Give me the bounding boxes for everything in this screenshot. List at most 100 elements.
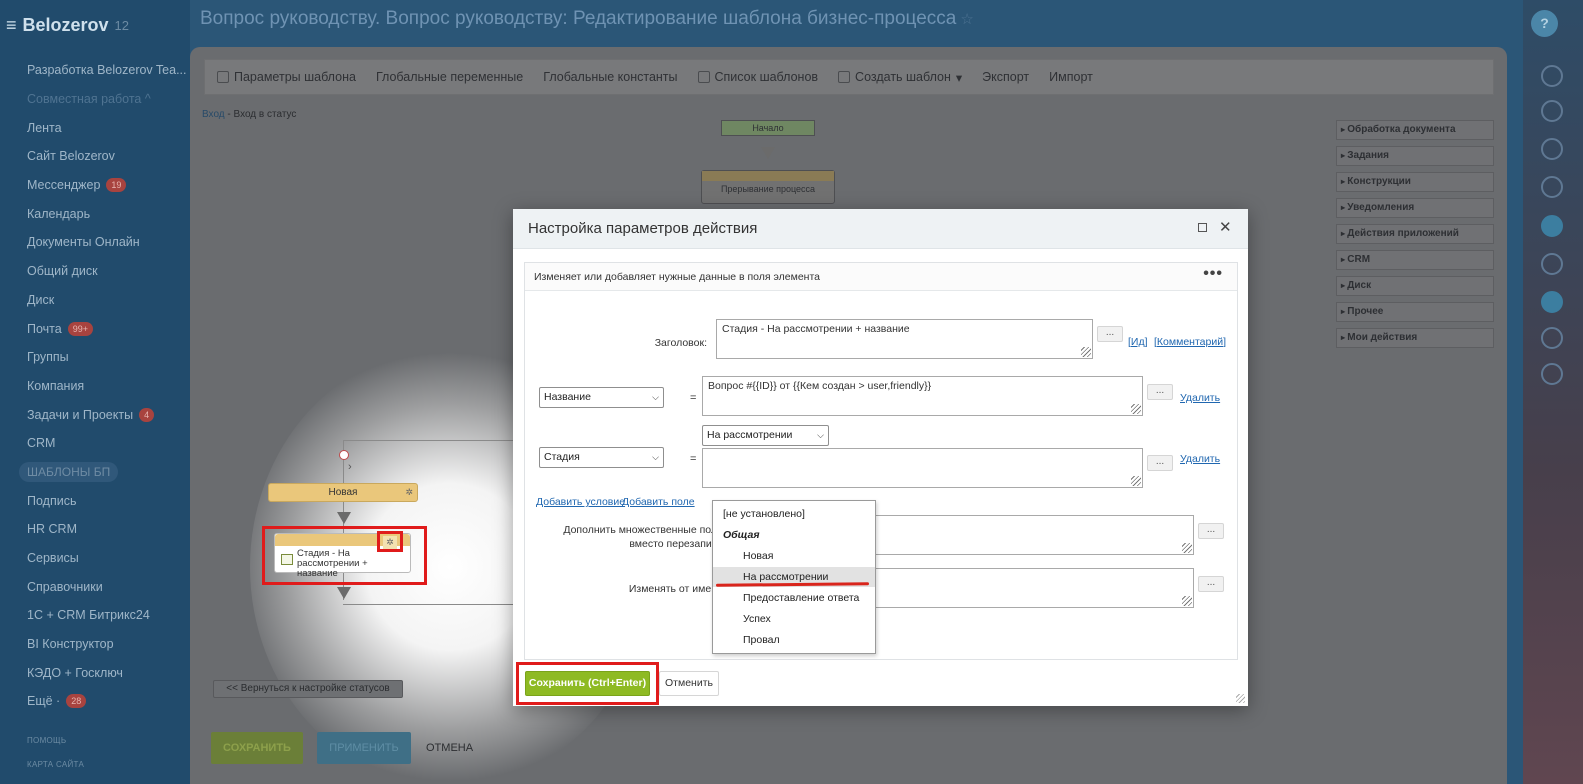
dialog-cancel-button[interactable]: Отменить: [659, 671, 719, 696]
activity-group[interactable]: Диск: [1336, 276, 1494, 296]
delete-link[interactable]: Удалить: [1180, 453, 1220, 465]
sidebar-item-active[interactable]: ШАБЛОНЫ БП: [19, 458, 187, 487]
search-icon[interactable]: [1541, 176, 1563, 198]
status-node-new[interactable]: Новая ✲: [268, 483, 418, 502]
breadcrumb: Вход - Вход в статус: [202, 109, 297, 120]
sidebar-item[interactable]: Документы Онлайн: [27, 228, 187, 257]
chat-icon[interactable]: [1541, 138, 1563, 160]
add-condition-link[interactable]: Добавить условие: [536, 496, 625, 508]
start-node[interactable]: Начало: [721, 120, 815, 136]
toolbar-create-template[interactable]: Создать шаблон ▾: [838, 70, 962, 85]
sidebar-item[interactable]: Компания: [27, 372, 187, 401]
list-icon: [697, 71, 710, 83]
help-link[interactable]: ПОМОЩЬ: [27, 736, 66, 745]
sidebar-item[interactable]: Мессенджер 19: [27, 171, 187, 200]
cancel-button[interactable]: ОТМЕНА: [426, 732, 473, 764]
breadcrumb-link[interactable]: Вход: [202, 109, 225, 120]
toolbar-import[interactable]: Импорт: [1049, 70, 1093, 84]
contacts-icon[interactable]: [1541, 363, 1563, 385]
menu-icon[interactable]: ≡: [6, 15, 17, 36]
toolbar-export[interactable]: Экспорт: [982, 70, 1029, 84]
activity-group[interactable]: Обработка документа: [1336, 120, 1494, 140]
highlight-frame: [516, 662, 659, 705]
sidebar-item[interactable]: Сайт Belozerov: [27, 142, 187, 171]
calendar-icon[interactable]: [1541, 327, 1563, 349]
sidebar-item[interactable]: 1С + CRM Битрикс24: [27, 601, 187, 630]
messenger-icon[interactable]: [1541, 291, 1563, 313]
insert-value-button[interactable]: ...: [1147, 455, 1173, 471]
activity-group[interactable]: Прочее: [1336, 302, 1494, 322]
help-icon[interactable]: ?: [1531, 10, 1558, 37]
insert-value-button[interactable]: ...: [1198, 523, 1224, 539]
sidebar-item[interactable]: КЭДО + Госключ: [27, 658, 187, 687]
insert-value-button[interactable]: ...: [1198, 576, 1224, 592]
toolbar-template-list[interactable]: Список шаблонов: [697, 70, 818, 84]
toolbar-template-params[interactable]: Параметры шаблона: [217, 70, 356, 84]
dropdown-option[interactable]: Провал: [713, 630, 875, 650]
add-field-link[interactable]: Добавить поле: [622, 496, 695, 508]
sidebar-item[interactable]: Совместная работа ^: [27, 85, 187, 114]
activity-group[interactable]: Мои действия: [1336, 328, 1494, 348]
sidebar-item[interactable]: CRM: [27, 429, 187, 458]
activity-group[interactable]: Конструкции: [1336, 172, 1494, 192]
interrupt-node[interactable]: Прерывание процесса: [701, 170, 835, 204]
field-value-input[interactable]: Вопрос #{{ID}} от {{Кем создан > user,fr…: [702, 376, 1143, 416]
id-link[interactable]: [Ид]: [1128, 336, 1148, 348]
toolbar-global-vars[interactable]: Глобальные переменные: [376, 70, 523, 84]
sidebar-item[interactable]: Лента: [27, 113, 187, 142]
sidebar-item[interactable]: Задачи и Проекты 4: [27, 400, 187, 429]
chevron-right-icon[interactable]: ›: [348, 461, 352, 473]
dropdown-option[interactable]: Новая: [713, 546, 875, 566]
field-select[interactable]: Название ⌵: [539, 387, 664, 408]
avatar[interactable]: [1541, 215, 1563, 237]
sidebar-item[interactable]: Ещё · 28: [27, 687, 187, 716]
portal-name: Belozerov: [22, 15, 109, 35]
dropdown-option[interactable]: Предоставление ответа: [713, 588, 875, 608]
chevron-down-icon: ⌵: [652, 392, 659, 402]
star-icon[interactable]: ☆: [960, 11, 973, 28]
chevron-down-icon: ⌵: [817, 430, 824, 440]
sidebar-item[interactable]: Календарь: [27, 199, 187, 228]
insert-value-button[interactable]: ...: [1097, 326, 1123, 342]
settings-icon[interactable]: [1541, 65, 1563, 87]
sidebar-item[interactable]: HR CRM: [27, 515, 187, 544]
dropdown-option[interactable]: Успех: [713, 609, 875, 629]
delete-link[interactable]: Удалить: [1180, 392, 1220, 404]
sidebar-item[interactable]: Почта 99+: [27, 314, 187, 343]
sidebar-item[interactable]: Справочники: [27, 572, 187, 601]
sidebar-item[interactable]: Группы: [27, 343, 187, 372]
sidebar-item[interactable]: Диск: [27, 286, 187, 315]
activity-group[interactable]: Задания: [1336, 146, 1494, 166]
apply-button[interactable]: ПРИМЕНИТЬ: [317, 732, 411, 764]
avatar[interactable]: [1541, 253, 1563, 275]
save-button[interactable]: СОХРАНИТЬ: [211, 732, 303, 764]
toolbar-global-consts[interactable]: Глобальные константы: [543, 70, 677, 84]
close-icon[interactable]: ✕: [1219, 218, 1232, 236]
sidebar-item[interactable]: Общий диск: [27, 257, 187, 286]
more-icon[interactable]: •••: [1203, 265, 1223, 283]
bell-icon[interactable]: [1541, 100, 1563, 122]
gear-icon[interactable]: ✲: [405, 484, 413, 501]
insert-value-button[interactable]: ...: [1147, 384, 1173, 400]
dropdown-option[interactable]: [не установлено]: [713, 504, 875, 524]
stage-value-select[interactable]: На рассмотрении ⌵: [702, 425, 829, 446]
change-name-label: Изменять от имен: [628, 583, 717, 595]
field-value-input[interactable]: [702, 448, 1143, 488]
sidebar-item[interactable]: Сервисы: [27, 544, 187, 573]
activity-group[interactable]: Уведомления: [1336, 198, 1494, 218]
back-to-statuses-button[interactable]: << Вернуться к настройке статусов: [213, 680, 403, 698]
resize-handle[interactable]: [1236, 694, 1245, 703]
sidebar-item[interactable]: Разработка Belozerov Tea...: [27, 56, 187, 85]
activity-group[interactable]: CRM: [1336, 250, 1494, 270]
sidebar-item[interactable]: Подпись: [27, 486, 187, 515]
sidebar-item[interactable]: BI Конструктор: [27, 630, 187, 659]
maximize-icon[interactable]: [1198, 223, 1207, 232]
portal-logo[interactable]: ≡ Belozerov 12: [6, 15, 129, 36]
activity-group[interactable]: Действия приложений: [1336, 224, 1494, 244]
page-title: Вопрос руководству. Вопрос руководству: …: [200, 8, 974, 29]
comment-link[interactable]: [Комментарий]: [1154, 336, 1226, 348]
field-select[interactable]: Стадия ⌵: [539, 447, 664, 468]
header-field[interactable]: Стадия - На рассмотрении + название: [716, 319, 1093, 359]
sitemap-link[interactable]: КАРТА САЙТА: [27, 760, 84, 769]
stop-icon[interactable]: [339, 450, 349, 460]
